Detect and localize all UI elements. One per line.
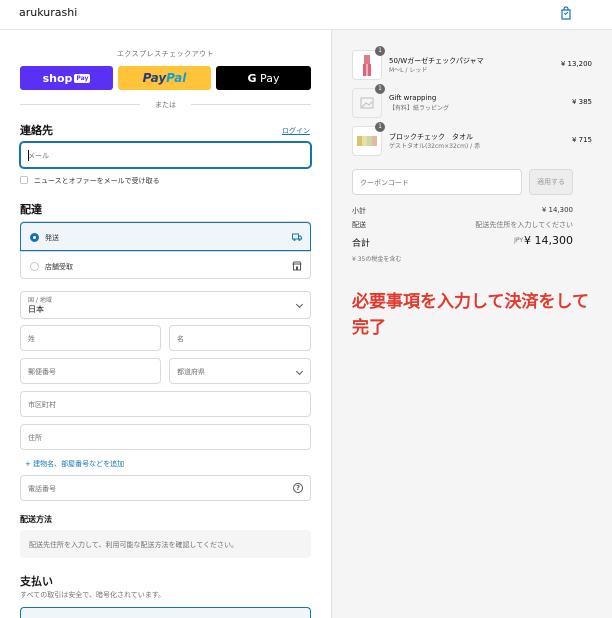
- currency-code: JPY: [514, 237, 523, 244]
- help-icon[interactable]: ?: [293, 483, 303, 493]
- shop-pay-badge: Pay: [74, 73, 91, 83]
- paypal-logo: PayPal: [142, 71, 187, 85]
- checkout-form: エクスプレスチェックアウト shop Pay PayPal G Pay または 連…: [0, 30, 331, 618]
- delivery-title: 配達: [20, 203, 42, 216]
- payment-subtitle: すべての取引は安全で、暗号化されています。: [20, 591, 166, 599]
- total-label: 合計: [352, 239, 371, 249]
- chevron-down-icon: [295, 367, 304, 376]
- delivery-option-ship[interactable]: 発送: [20, 222, 311, 251]
- google-pay-logo: G Pay: [247, 71, 280, 85]
- total-row: 合計 JPY ¥ 14,300: [352, 234, 573, 249]
- shopping-bag-icon[interactable]: [560, 6, 572, 20]
- email-field[interactable]: メール: [20, 142, 311, 168]
- express-checkout-title: エクスプレスチェックアウト: [116, 50, 215, 58]
- delivery-options: 発送 店舗受取: [20, 221, 311, 279]
- google-pay-button[interactable]: G Pay: [216, 66, 311, 90]
- delivery-option-pickup[interactable]: 店舗受取: [21, 251, 310, 279]
- item-variant: ゲストタオル(32cm×32cm) / 赤: [389, 143, 481, 150]
- quantity-badge: 1: [375, 46, 385, 56]
- product-thumbnail: 1: [352, 84, 385, 118]
- item-price: ¥ 13,200: [560, 60, 592, 68]
- line-item: 1 50/Wガーゼチェックパジャマ M〜L / レッド ¥ 13,200: [352, 46, 592, 84]
- product-thumbnail: 1: [352, 122, 385, 156]
- coupon-input[interactable]: クーポンコード: [352, 169, 522, 195]
- ship-radio[interactable]: [30, 233, 39, 242]
- last-name-field[interactable]: 姓: [20, 325, 161, 351]
- email-placeholder: メール: [28, 152, 49, 160]
- header: arukurashi: [0, 0, 612, 30]
- product-thumbnail: 1: [352, 46, 385, 80]
- country-label: 国 / 地域: [28, 297, 52, 304]
- newsletter-label: ニュースとオファーをメールで受け取る: [34, 177, 160, 185]
- payment-title: 支払い: [20, 575, 53, 588]
- tax-note: ¥ 35の税金を含む: [352, 256, 402, 263]
- apply-coupon-button[interactable]: 適用する: [529, 169, 573, 195]
- or-divider: または: [20, 100, 311, 109]
- address-field[interactable]: 住所: [20, 424, 311, 450]
- total-value: ¥ 14,300: [524, 234, 573, 247]
- line-item: 1 Gift wrapping 【有料】紙ラッピング ¥ 385: [352, 84, 592, 122]
- login-link[interactable]: ログイン: [282, 126, 310, 136]
- city-field[interactable]: 市区町村: [20, 391, 311, 417]
- contact-title: 連絡先: [20, 124, 53, 137]
- annotation-text: 必要事項を入力して決済をして完了: [352, 292, 589, 338]
- postal-code-field[interactable]: 郵便番号: [20, 358, 161, 384]
- subtotal-value: ¥ 14,300: [541, 206, 573, 214]
- item-price: ¥ 715: [571, 136, 592, 144]
- country-select[interactable]: 国 / 地域 日本: [20, 291, 311, 319]
- shipping-method-info: 配送先住所を入力して、利用可能な配送方法を確認してください。: [20, 530, 311, 558]
- subtotal-row: 小計 ¥ 14,300: [352, 206, 573, 215]
- chevron-down-icon: [295, 300, 304, 309]
- pickup-radio[interactable]: [30, 262, 39, 271]
- quantity-badge: 1: [375, 122, 385, 132]
- item-variant: M〜L / レッド: [389, 67, 428, 74]
- prefecture-select[interactable]: 都道府県: [169, 358, 311, 384]
- shipping-value: 配送先住所を入力してください: [475, 221, 573, 229]
- newsletter-checkbox[interactable]: [20, 176, 28, 184]
- line-item: 1 ブロックチェック タオル ゲストタオル(32cm×32cm) / 赤 ¥ 7…: [352, 122, 592, 160]
- phone-field[interactable]: 電話番号 ?: [20, 475, 311, 501]
- shop-pay-logo: shop: [42, 71, 73, 85]
- shop-pay-button[interactable]: shop Pay: [20, 66, 113, 90]
- store-logo[interactable]: arukurashi: [19, 6, 77, 19]
- truck-icon: [292, 233, 302, 241]
- item-name: Gift wrapping: [389, 94, 437, 102]
- payment-method-box[interactable]: [20, 607, 311, 618]
- shipping-row: 配送 配送先住所を入力してください: [352, 221, 573, 229]
- first-name-field[interactable]: 名: [169, 325, 311, 351]
- quantity-badge: 1: [375, 84, 385, 94]
- item-variant: 【有料】紙ラッピング: [389, 105, 450, 112]
- shipping-method-title: 配送方法: [20, 515, 52, 524]
- add-apartment-link[interactable]: + 建物名、部屋番号などを追加: [25, 459, 124, 469]
- item-price: ¥ 385: [571, 98, 592, 106]
- store-icon: [292, 261, 302, 271]
- paypal-button[interactable]: PayPal: [118, 66, 211, 90]
- country-value: 日本: [28, 305, 44, 314]
